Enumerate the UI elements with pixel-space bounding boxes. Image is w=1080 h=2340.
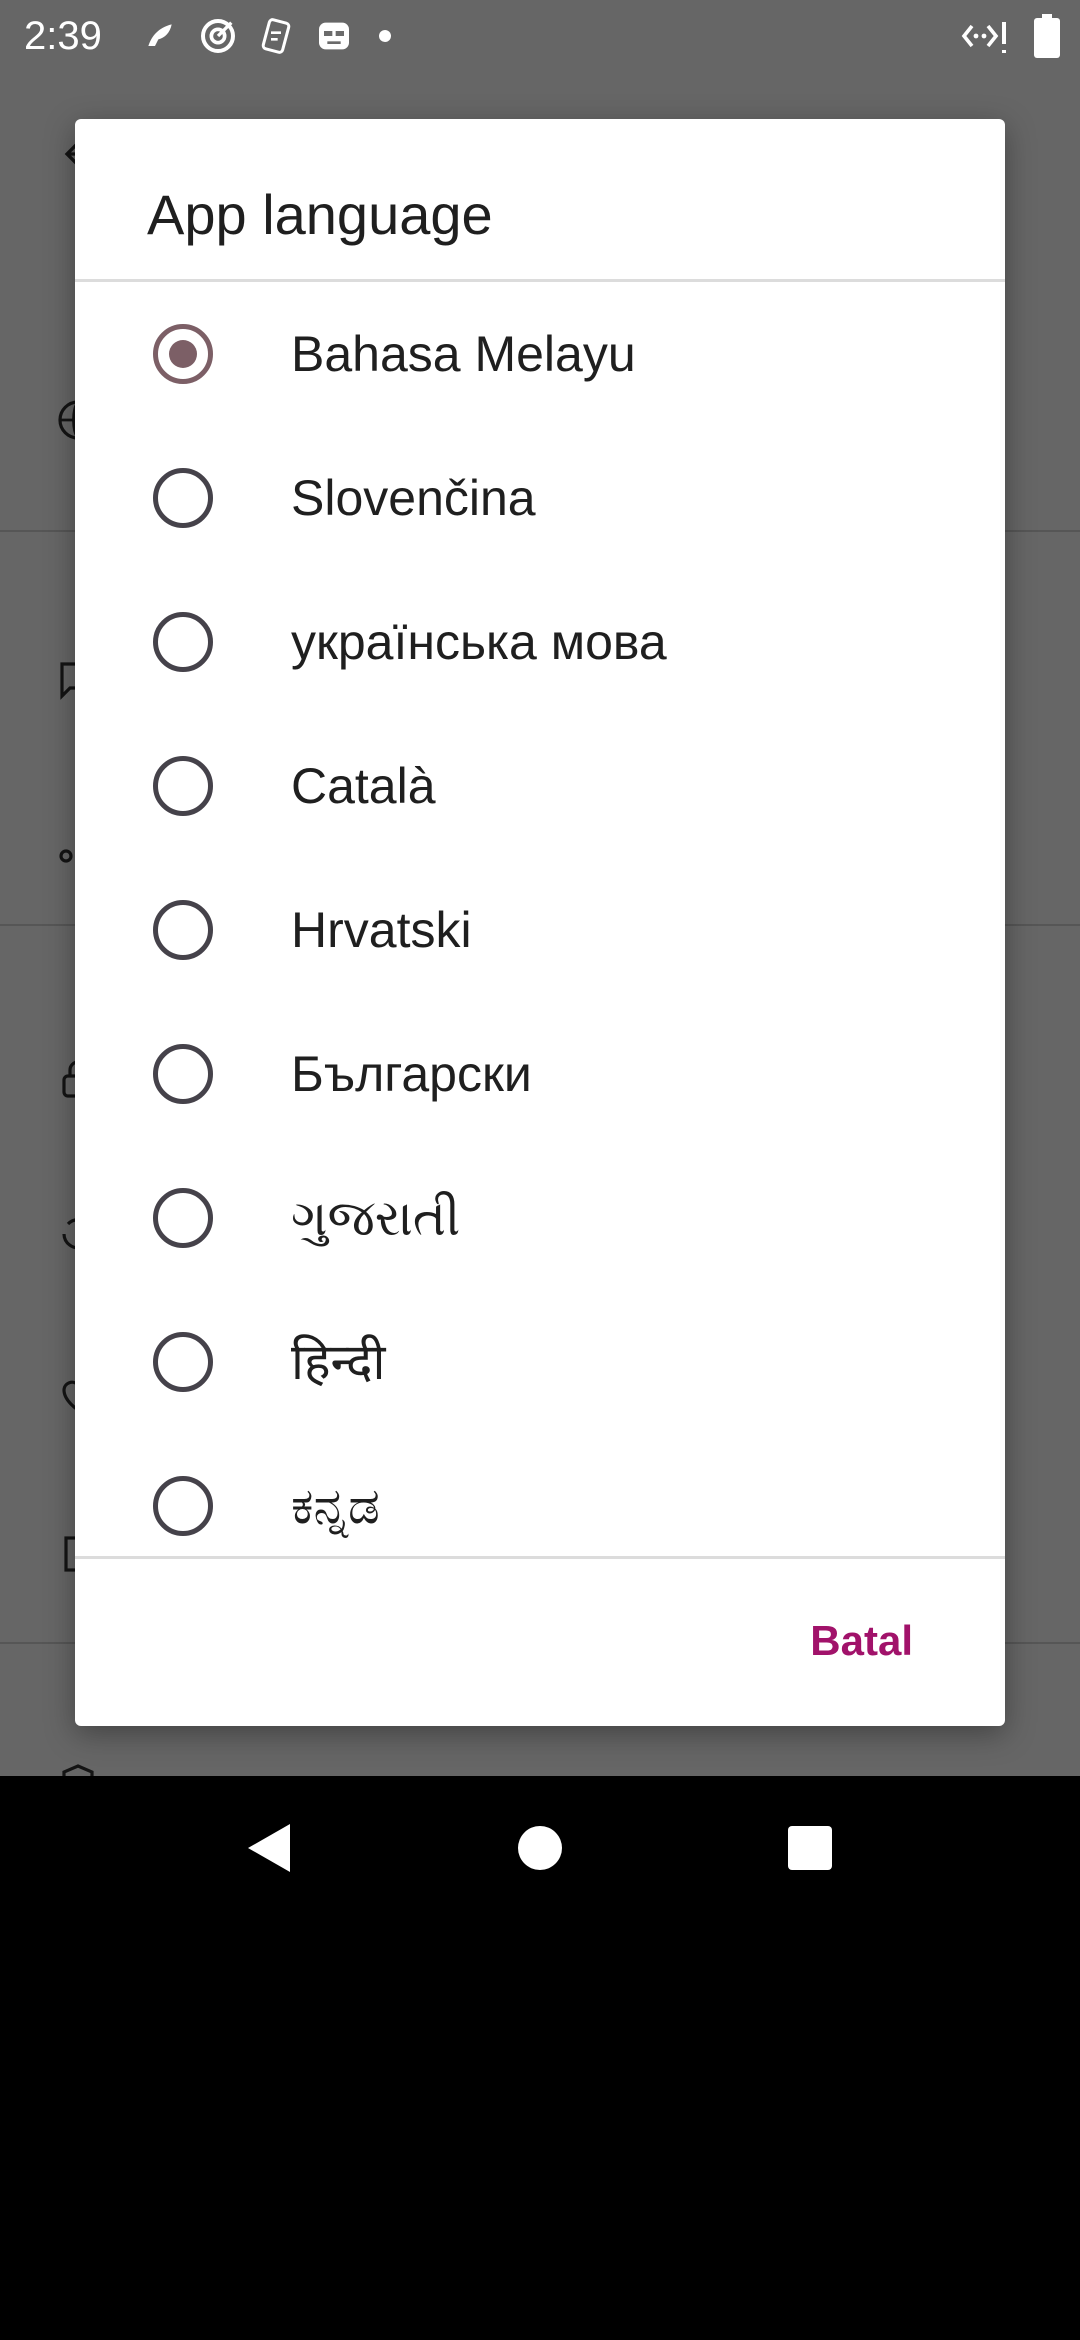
- back-icon: [248, 1824, 290, 1872]
- language-option[interactable]: Slovenčina: [75, 426, 1005, 570]
- radio-button[interactable]: [153, 1188, 213, 1248]
- language-option[interactable]: Български: [75, 1002, 1005, 1146]
- option-label: Bahasa Melayu: [291, 326, 636, 382]
- dot-icon: [379, 30, 391, 42]
- radio-button[interactable]: [153, 468, 213, 528]
- media-notification-icon: [261, 18, 291, 54]
- radio-button[interactable]: [153, 756, 213, 816]
- radio-button[interactable]: [153, 1476, 213, 1536]
- system-status-icons: [960, 14, 1060, 58]
- target-icon: [201, 19, 235, 53]
- back-button[interactable]: [232, 1812, 304, 1884]
- navigation-bar: [0, 1776, 1080, 1920]
- radio-dot: [169, 340, 197, 368]
- status-time: 2:39: [24, 14, 102, 58]
- language-option[interactable]: हिन्दी: [75, 1290, 1005, 1434]
- battery-icon: [1034, 14, 1060, 58]
- language-option[interactable]: ગુજરાતી: [75, 1146, 1005, 1290]
- language-option[interactable]: Català: [75, 714, 1005, 858]
- radio-button[interactable]: [153, 1044, 213, 1104]
- option-label: Български: [291, 1046, 532, 1102]
- language-dialog: App language Bahasa Melayu Slovenčina ук…: [75, 119, 1005, 1726]
- radio-button[interactable]: [153, 900, 213, 960]
- language-option[interactable]: українська мова: [75, 570, 1005, 714]
- option-label: ગુજરાતી: [291, 1190, 461, 1246]
- language-option[interactable]: Hrvatski: [75, 858, 1005, 1002]
- home-icon: [518, 1826, 562, 1870]
- status-bar: 2:39: [0, 0, 1080, 72]
- actions-divider: [75, 1556, 1005, 1559]
- option-label: हिन्दी: [291, 1334, 386, 1390]
- option-label: Hrvatski: [291, 902, 472, 958]
- radio-button[interactable]: [153, 1332, 213, 1392]
- option-label: ಕನ್ನಡ: [291, 1478, 380, 1534]
- home-button[interactable]: [504, 1812, 576, 1884]
- language-option[interactable]: Bahasa Melayu: [75, 282, 1005, 426]
- cancel-button[interactable]: Batal: [802, 1610, 921, 1672]
- radio-button[interactable]: [153, 612, 213, 672]
- data-signal-icon: [961, 22, 1006, 53]
- language-options-list[interactable]: Bahasa Melayu Slovenčina українська мова…: [75, 282, 1005, 1556]
- mask-icon: [319, 22, 349, 50]
- option-label: Català: [291, 758, 436, 814]
- notification-icons: [140, 14, 392, 58]
- radio-button-selected[interactable]: [153, 324, 213, 384]
- recents-button[interactable]: [774, 1812, 846, 1884]
- option-label: українська мова: [291, 614, 667, 670]
- option-label: Slovenčina: [291, 470, 536, 526]
- app-notification-icon: [148, 24, 172, 46]
- language-option[interactable]: ಕನ್ನಡ: [75, 1434, 1005, 1556]
- dialog-title: App language: [147, 183, 493, 246]
- screen: 2:39 App language Bahasa Melayu Slovenči…: [0, 0, 1080, 2340]
- recents-icon: [788, 1826, 832, 1870]
